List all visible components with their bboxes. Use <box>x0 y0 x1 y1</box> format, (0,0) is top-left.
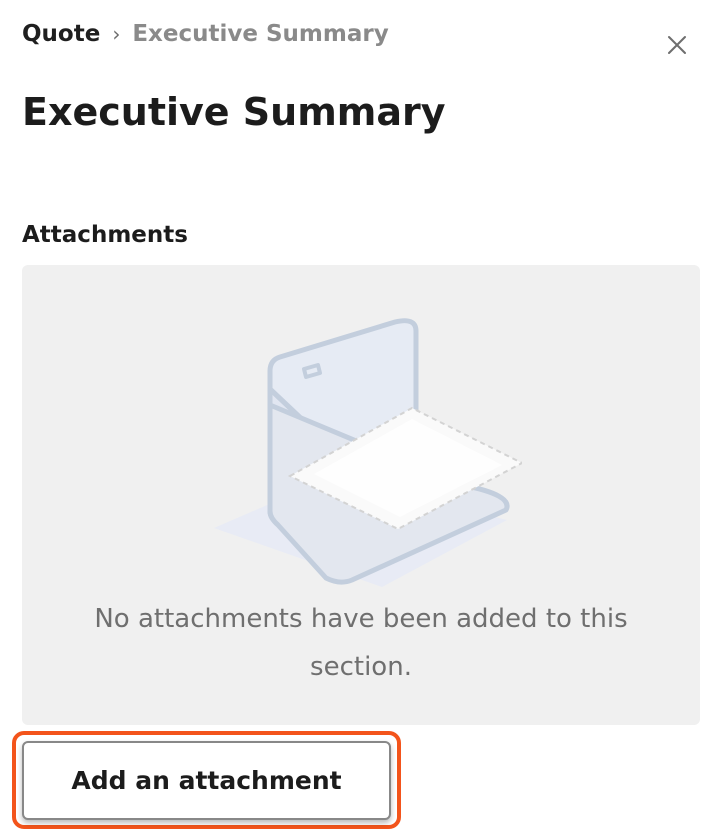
add-attachment-button[interactable]: Add an attachment <box>22 741 391 820</box>
close-icon <box>668 36 686 54</box>
breadcrumb-item-quote[interactable]: Quote <box>22 21 100 47</box>
breadcrumb: Quote › Executive Summary <box>22 18 389 50</box>
close-button[interactable] <box>660 28 694 62</box>
attachments-empty-state: No attachments have been added to this s… <box>22 265 700 725</box>
attachments-label: Attachments <box>22 222 188 248</box>
folder-open-illustration <box>214 318 522 587</box>
breadcrumb-item-current: Executive Summary <box>132 21 389 47</box>
empty-message: No attachments have been added to this s… <box>94 604 628 682</box>
page-title: Executive Summary <box>22 90 446 134</box>
breadcrumb-separator-icon: › <box>112 22 121 46</box>
